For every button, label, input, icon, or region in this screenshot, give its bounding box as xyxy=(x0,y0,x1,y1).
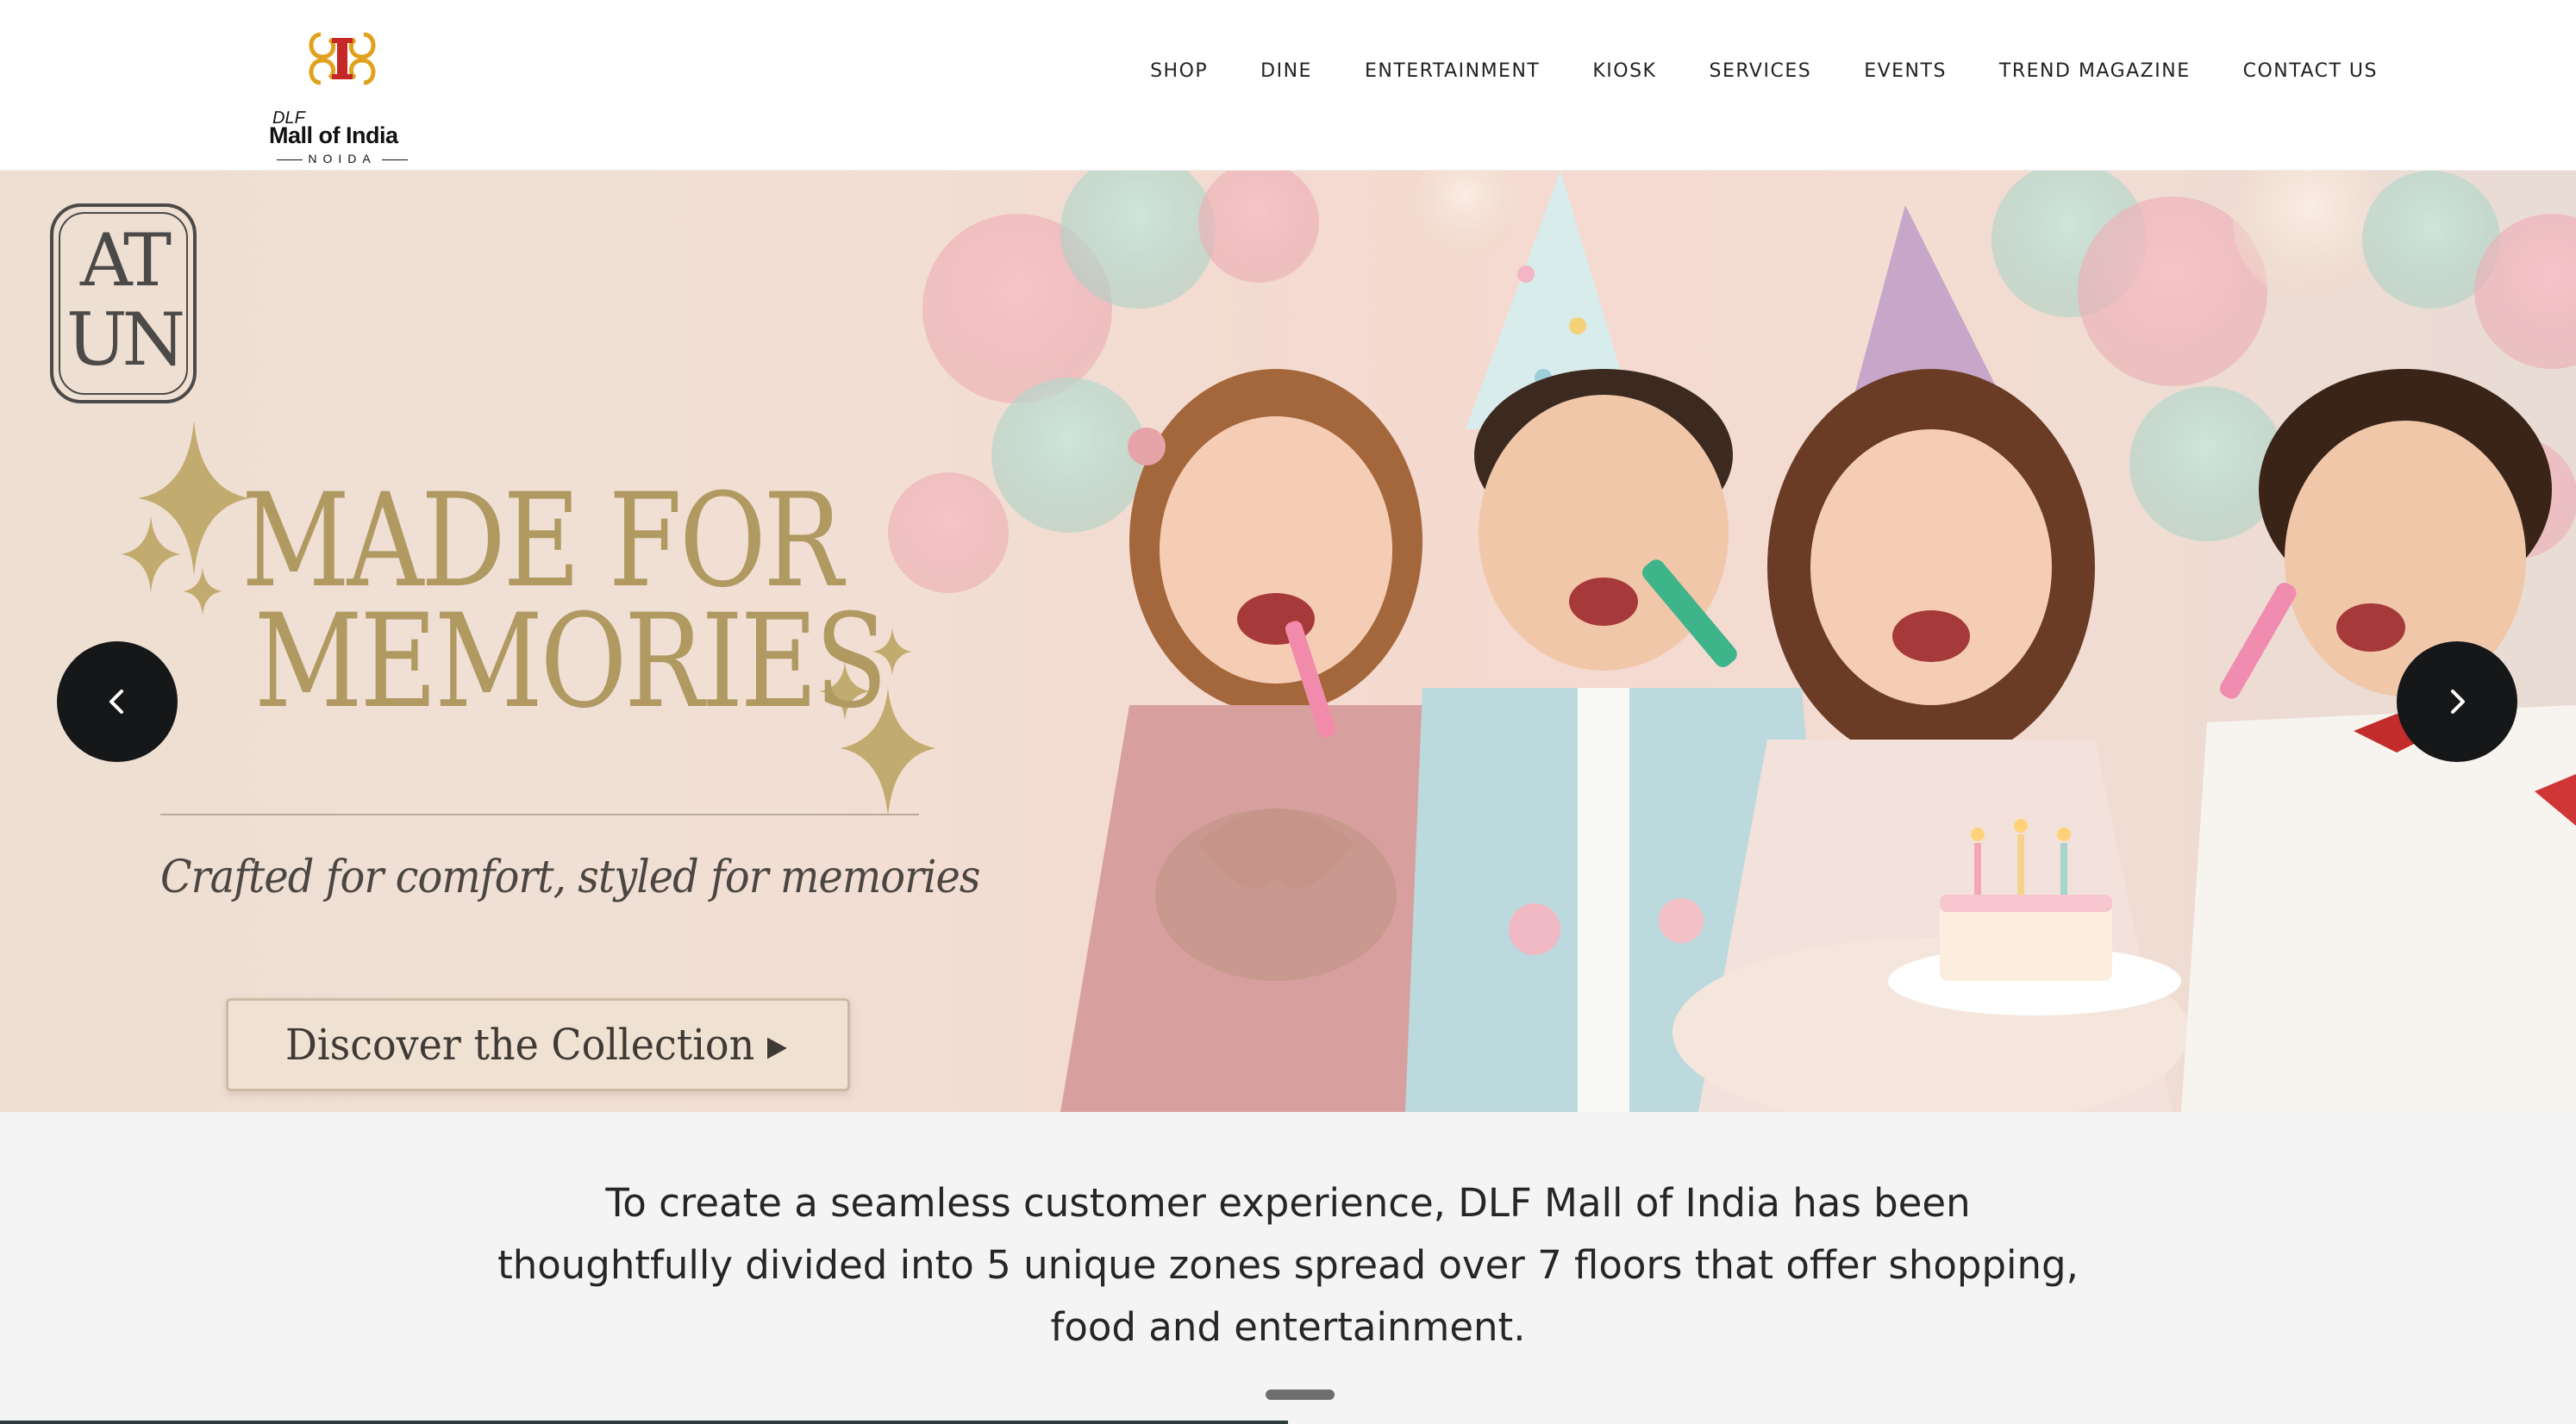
nav-contact-us[interactable]: CONTACT US xyxy=(2243,60,2378,82)
hero-headline: MADE FOR MEMORIES xyxy=(241,477,888,737)
brand-logo-line-2: UN xyxy=(66,297,185,382)
nav-dine[interactable]: DINE xyxy=(1260,60,1312,82)
chevron-right-icon xyxy=(2451,690,2465,714)
nav-trend-magazine[interactable]: TREND MAGAZINE xyxy=(1999,60,2191,82)
brand-logo-line-1: AT xyxy=(79,218,172,303)
hero-tagline: Crafted for comfort, styled for memories xyxy=(160,852,980,903)
discover-collection-button[interactable]: Discover the Collection ▸ xyxy=(226,998,850,1091)
intro-text: To create a seamless customer experience… xyxy=(497,1180,2079,1350)
atun-brand-logo: AT UN xyxy=(50,203,197,403)
next-section-peek xyxy=(0,1421,1288,1424)
intro-section: To create a seamless customer experience… xyxy=(0,1112,2576,1424)
main-nav: SHOP DINE ENTERTAINMENT KIOSK SERVICES E… xyxy=(1150,60,2378,82)
mall-logo[interactable]: DLF Mall of India NOIDA xyxy=(269,26,416,166)
site-header: DLF Mall of India NOIDA SHOP DINE ENTERT… xyxy=(0,0,2576,171)
nav-services[interactable]: SERVICES xyxy=(1709,60,1811,82)
nav-kiosk[interactable]: KIOSK xyxy=(1592,60,1656,82)
nav-entertainment[interactable]: ENTERTAINMENT xyxy=(1365,60,1540,82)
carousel-prev-button[interactable] xyxy=(57,641,178,762)
hero-divider xyxy=(160,814,919,815)
headline-line-2: MEMORIES xyxy=(253,587,888,737)
sparkle-icon xyxy=(121,421,250,615)
logo-location-text: NOIDA xyxy=(269,152,416,166)
nav-shop[interactable]: SHOP xyxy=(1150,60,1208,82)
children-party-image xyxy=(1060,171,2576,1112)
hero-banner[interactable]: AT UN MADE FOR MEMORIES Crafted for comf… xyxy=(0,171,2576,1112)
logo-name-text: Mall of India xyxy=(269,122,398,148)
carousel-next-button[interactable] xyxy=(2397,641,2517,762)
chevron-left-icon xyxy=(109,690,123,714)
logo-emblem-icon xyxy=(309,32,376,85)
discover-collection-label: Discover the Collection ▸ xyxy=(285,1020,787,1070)
scroll-handle[interactable] xyxy=(1266,1390,1335,1400)
nav-events[interactable]: EVENTS xyxy=(1864,60,1947,82)
